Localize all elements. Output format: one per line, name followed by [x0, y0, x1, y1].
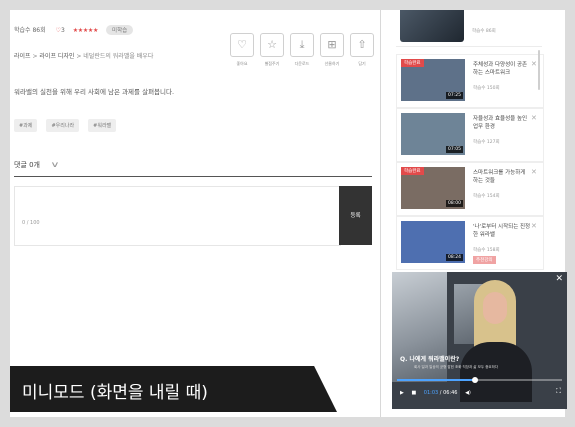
recommended-badge: 추천강의: [473, 256, 496, 264]
learner-count: 학습수 86회: [14, 27, 46, 34]
download-icon: ⤓: [290, 33, 314, 57]
status-badge: 미학습: [106, 25, 134, 35]
tag-list: #과제 #우리나라 #워라밸: [14, 112, 120, 132]
view-count: 학습수 158회: [473, 248, 500, 253]
completed-badge: 학습완료: [401, 59, 424, 67]
course-meta: 학습수 86회 ♡3 ★★★★★ 미학습: [14, 25, 134, 35]
video-thumbnail[interactable]: 08:24: [401, 221, 465, 263]
related-item[interactable]: 학습수 86회: [396, 10, 542, 47]
chevron-down-icon: ∨: [50, 160, 60, 169]
related-item[interactable]: 08:24 '나'로부터 시작되는 진정한 워라밸 학습수 158회 추천강의 …: [396, 216, 544, 270]
fullscreen-icon[interactable]: ⛶: [556, 387, 561, 396]
video-title[interactable]: 자율성과 효율성을 높인 업무 환경: [473, 115, 531, 131]
like-label: 좋아요: [236, 61, 248, 66]
video-caption: Q. 나에게 워라밸이란?: [400, 356, 460, 363]
breadcrumb: 라이프 > 라이프 디자인 > 네덜란드의 워라밸을 배우다: [14, 53, 154, 60]
close-icon[interactable]: ✕: [531, 60, 537, 68]
volume-icon[interactable]: ◀): [465, 390, 471, 396]
view-count: 학습수 127회: [473, 140, 500, 145]
video-title[interactable]: 스마트워크를 가능하게 하는 것들: [473, 169, 531, 185]
player-controls: ▶ ■ 01:03 / 06:46 ◀): [400, 390, 471, 396]
action-bar: ♡ 좋아요 ☆ 별점주기 ⤓ 다운로드 ⊞ 선물하기 ⇧ 담기: [230, 33, 374, 73]
video-title[interactable]: 주체성과 다양성이 공존하는 스마트워크: [473, 61, 531, 77]
like-button[interactable]: ♡ 좋아요: [230, 33, 254, 67]
duration-label: 07:25: [446, 92, 463, 99]
duration-label: 08:24: [446, 254, 463, 261]
view-count: 학습수 150회: [473, 86, 500, 91]
total-time: / 06:46: [439, 390, 458, 396]
video-subtitle: 회사 일과 일상의 균형 잡힌 조화 직장과 삶 모두 중요하다: [414, 365, 499, 369]
rate-label: 별점주기: [264, 61, 280, 66]
related-list: 학습수 86회 학습완료 07:25 주체성과 다양성이 공존하는 스마트워크 …: [396, 10, 544, 272]
download-label: 다운로드: [294, 61, 310, 66]
close-icon[interactable]: ✕: [531, 168, 537, 176]
submit-comment-button[interactable]: 등록: [339, 186, 372, 245]
gift-button[interactable]: ⊞ 선물하기: [320, 33, 344, 67]
caption-banner: 미니모드 (화면을 내릴 때): [10, 366, 337, 412]
like-count: 3: [60, 27, 65, 34]
duration-label: 07:05: [446, 146, 463, 153]
comment-input[interactable]: [14, 186, 341, 246]
breadcrumb-item[interactable]: 라이프: [14, 53, 31, 60]
progress-bar[interactable]: [397, 379, 562, 381]
progress-handle[interactable]: [471, 377, 478, 383]
video-frame: [483, 292, 507, 324]
gift-label: 선물하기: [324, 61, 340, 66]
duration-label: 08:00: [446, 200, 463, 207]
video-thumbnail[interactable]: [400, 10, 464, 42]
close-icon[interactable]: ✕: [531, 114, 537, 122]
save-button[interactable]: ⇧ 담기: [350, 33, 374, 67]
stop-icon[interactable]: ■: [411, 390, 416, 396]
view-count: 학습수 154회: [473, 194, 500, 199]
star-outline-icon: ☆: [260, 33, 284, 57]
heart-outline-icon: ♡: [230, 33, 254, 57]
course-description: 워라밸의 실천을 위해 우리 사회에 남은 과제를 살펴봅니다.: [14, 88, 175, 96]
tag-chip[interactable]: #워라밸: [88, 119, 117, 132]
video-thumbnail[interactable]: 07:05: [401, 113, 465, 155]
video-thumbnail[interactable]: 학습완료 07:25: [401, 59, 465, 101]
divider: [14, 176, 372, 177]
related-item[interactable]: 학습완료 08:00 스마트워크를 가능하게 하는 것들 학습수 154회 ✕: [396, 162, 544, 216]
view-count: 학습수 86회: [472, 29, 496, 34]
comments-toggle[interactable]: 댓글 0개 ∨: [14, 160, 60, 170]
current-time: 01:03: [423, 390, 439, 396]
gift-icon: ⊞: [320, 33, 344, 57]
comments-header: 댓글 0개: [14, 161, 40, 169]
rate-button[interactable]: ☆ 별점주기: [260, 33, 284, 67]
close-icon[interactable]: ✕: [555, 274, 563, 284]
download-button[interactable]: ⤓ 다운로드: [290, 33, 314, 67]
breadcrumb-current: 네덜란드의 워라밸을 배우다: [83, 53, 154, 60]
mini-player[interactable]: ✕ Q. 나에게 워라밸이란? 회사 일과 일상의 균형 잡힌 조화 직장과 삶…: [392, 272, 567, 409]
video-title[interactable]: '나'로부터 시작되는 진정한 워라밸: [473, 223, 531, 239]
char-counter: 0 / 100: [22, 220, 40, 226]
column-divider: [380, 10, 381, 417]
tag-chip[interactable]: #우리나라: [46, 119, 80, 132]
save-label: 담기: [358, 61, 366, 66]
scrollbar[interactable]: [538, 50, 540, 90]
related-item[interactable]: 학습완료 07:25 주체성과 다양성이 공존하는 스마트워크 학습수 150회…: [396, 54, 544, 108]
caption-text: 미니모드 (화면을 내릴 때): [22, 383, 208, 403]
video-thumbnail[interactable]: 학습완료 08:00: [401, 167, 465, 209]
close-icon[interactable]: ✕: [531, 222, 537, 230]
related-item[interactable]: 07:05 자율성과 효율성을 높인 업무 환경 학습수 127회 ✕: [396, 108, 544, 162]
progress-fill: [397, 379, 475, 381]
rating-stars: ★★★★★: [72, 27, 99, 34]
play-icon[interactable]: ▶: [400, 390, 404, 396]
tag-chip[interactable]: #과제: [14, 119, 38, 132]
share-icon: ⇧: [350, 33, 374, 57]
completed-badge: 학습완료: [401, 167, 424, 175]
breadcrumb-item[interactable]: 라이프 디자인: [39, 53, 74, 60]
